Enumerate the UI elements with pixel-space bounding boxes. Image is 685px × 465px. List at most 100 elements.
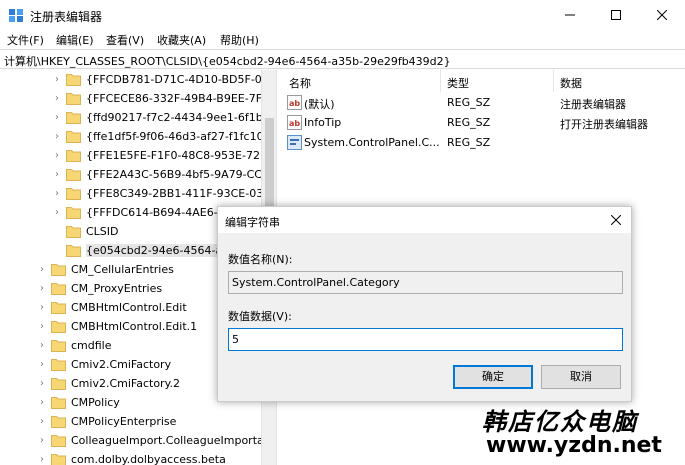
value-type: REG_SZ: [447, 116, 491, 129]
address-bar[interactable]: 计算机\HKEY_CLASSES_ROOT\CLSID\{e054cbd2-94…: [0, 49, 685, 69]
chevron-right-icon[interactable]: ›: [40, 454, 50, 465]
tree-item[interactable]: › {FFCDB781-D71C-4D10-BD5F-04: [0, 71, 269, 90]
chevron-right-icon[interactable]: ›: [40, 378, 50, 390]
chevron-right-icon[interactable]: ›: [55, 188, 65, 200]
tree-item-label: {FFCDB781-D71C-4D10-BD5F-04: [86, 73, 269, 86]
tree-item-label: Cmiv2.CmiFactory: [71, 358, 172, 371]
tree-item-label: {ffe1df5f-9f06-46d3-af27-f1fc10: [86, 130, 264, 143]
value-name-field: System.ControlPanel.Category: [228, 271, 623, 294]
close-button[interactable]: [639, 0, 685, 30]
title-bar: 注册表编辑器: [0, 0, 685, 30]
column-header-name[interactable]: 名称: [289, 75, 311, 91]
column-divider[interactable]: [553, 70, 554, 92]
folder-icon: [51, 359, 66, 371]
tree-item-label: {FFCECE86-332F-49B4-B9EE-7FE: [86, 92, 269, 105]
tree-item-label: {FFFDC614-B694-4AE6-A: [86, 206, 225, 219]
menu-view[interactable]: 查看(V): [106, 32, 144, 48]
dialog-close-button[interactable]: [606, 210, 626, 230]
folder-icon: [51, 283, 66, 295]
chevron-right-icon[interactable]: ›: [55, 74, 65, 86]
menu-file[interactable]: 文件(F): [7, 32, 44, 48]
column-header-data[interactable]: 数据: [560, 75, 582, 91]
folder-icon: [51, 454, 66, 465]
value-data: 打开注册表编辑器: [560, 118, 648, 131]
value-type: REG_SZ: [447, 136, 491, 149]
tree-item[interactable]: › CMPolicyEnterprise: [0, 413, 261, 432]
chevron-right-icon[interactable]: ›: [55, 169, 65, 181]
chevron-right-icon[interactable]: ›: [55, 150, 65, 162]
list-row[interactable]: ab InfoTip REG_SZ 打开注册表编辑器: [282, 113, 685, 133]
folder-icon: [51, 397, 66, 409]
ok-button[interactable]: 确定: [453, 365, 533, 389]
minimize-button[interactable]: [547, 0, 593, 30]
dialog-title: 编辑字符串: [225, 216, 280, 229]
menu-favorites[interactable]: 收藏夹(A): [157, 32, 206, 48]
chevron-right-icon[interactable]: ›: [40, 435, 50, 447]
list-header: 名称 类型 数据: [282, 70, 685, 92]
list-row[interactable]: System.ControlPanel.C... REG_SZ: [282, 133, 685, 153]
menu-help[interactable]: 帮助(H): [220, 32, 259, 48]
svg-text:ab: ab: [289, 119, 300, 128]
chevron-right-icon[interactable]: ›: [40, 283, 50, 295]
close-icon: [610, 214, 622, 226]
chevron-right-icon[interactable]: ›: [40, 264, 50, 276]
tree-item-label: CLSID: [86, 225, 119, 238]
value-name: System.ControlPanel.C...: [304, 136, 440, 149]
tree-item-label: cmdfile: [71, 339, 112, 352]
value-name: (默认): [304, 98, 335, 111]
value-name-label: 数值名称(N):: [228, 253, 293, 266]
chevron-right-icon[interactable]: ›: [40, 321, 50, 333]
string-value-icon: ab: [287, 115, 302, 130]
folder-icon: [51, 435, 66, 447]
folder-icon: [51, 340, 66, 352]
column-header-type[interactable]: 类型: [447, 75, 469, 91]
tree-item-label: {FFE1E5FE-F1F0-48C8-953E-72B: [86, 149, 268, 162]
value-type: REG_SZ: [447, 96, 491, 109]
chevron-right-icon[interactable]: ›: [55, 207, 65, 219]
address-path[interactable]: 计算机\HKEY_CLASSES_ROOT\CLSID\{e054cbd2-94…: [4, 53, 451, 69]
close-icon: [657, 10, 667, 20]
chevron-right-icon[interactable]: ›: [40, 397, 50, 409]
folder-icon: [66, 207, 81, 219]
tree-item-label: {FFE8C349-2BB1-411F-93CE-036: [86, 187, 271, 200]
watermark-brand: 韩店亿众电脑: [482, 407, 638, 436]
tree-item[interactable]: › {FFE1E5FE-F1F0-48C8-953E-72B: [0, 147, 268, 166]
binary-value-icon: [287, 135, 302, 150]
tree-item[interactable]: › {FFE2A43C-56B9-4bf5-9A79-CC6: [0, 166, 269, 185]
chevron-right-icon[interactable]: ›: [40, 359, 50, 371]
tree-item-label: CMBHtmlControl.Edit: [71, 301, 187, 314]
folder-icon: [51, 416, 66, 428]
tree-item[interactable]: › {ffe1df5f-9f06-46d3-af27-f1fc10: [0, 128, 264, 147]
tree-item[interactable]: › com.dolby.dolbyaccess.beta: [0, 451, 261, 465]
chevron-right-icon[interactable]: ›: [40, 302, 50, 314]
menu-bar: 文件(F) 编辑(E) 查看(V) 收藏夹(A) 帮助(H): [0, 30, 685, 49]
string-value-icon: ab: [287, 95, 302, 110]
folder-icon: [51, 378, 66, 390]
folder-icon: [51, 302, 66, 314]
cancel-button[interactable]: 取消: [541, 365, 621, 389]
value-name: InfoTip: [304, 116, 342, 129]
tree-item-label: com.dolby.dolbyaccess.beta: [71, 453, 226, 465]
chevron-right-icon[interactable]: ›: [55, 131, 65, 143]
window-title: 注册表编辑器: [30, 10, 103, 24]
tree-item[interactable]: › {FFE8C349-2BB1-411F-93CE-036: [0, 185, 270, 204]
dialog-title-bar: 编辑字符串: [218, 207, 631, 233]
menu-edit[interactable]: 编辑(E): [56, 32, 94, 48]
chevron-right-icon[interactable]: ›: [55, 93, 65, 105]
list-row[interactable]: ab (默认) REG_SZ 注册表编辑器: [282, 93, 685, 113]
maximize-icon: [611, 10, 621, 20]
folder-icon: [66, 112, 81, 124]
column-divider[interactable]: [440, 70, 441, 92]
chevron-right-icon[interactable]: ›: [40, 340, 50, 352]
value-data-input[interactable]: 5: [228, 328, 623, 351]
tree-item[interactable]: › {ffd90217-f7c2-4434-9ee1-6f1b5: [0, 109, 270, 128]
folder-icon: [51, 321, 66, 333]
chevron-right-icon[interactable]: ›: [55, 112, 65, 124]
tree-item[interactable]: › {FFCECE86-332F-49B4-B9EE-7FE: [0, 90, 269, 109]
maximize-button[interactable]: [593, 0, 639, 30]
value-data: 注册表编辑器: [560, 98, 626, 111]
folder-icon: [66, 226, 81, 238]
folder-icon: [66, 150, 81, 162]
chevron-right-icon[interactable]: ›: [40, 416, 50, 428]
tree-item[interactable]: › ColleagueImport.ColleagueImporta: [0, 432, 264, 451]
